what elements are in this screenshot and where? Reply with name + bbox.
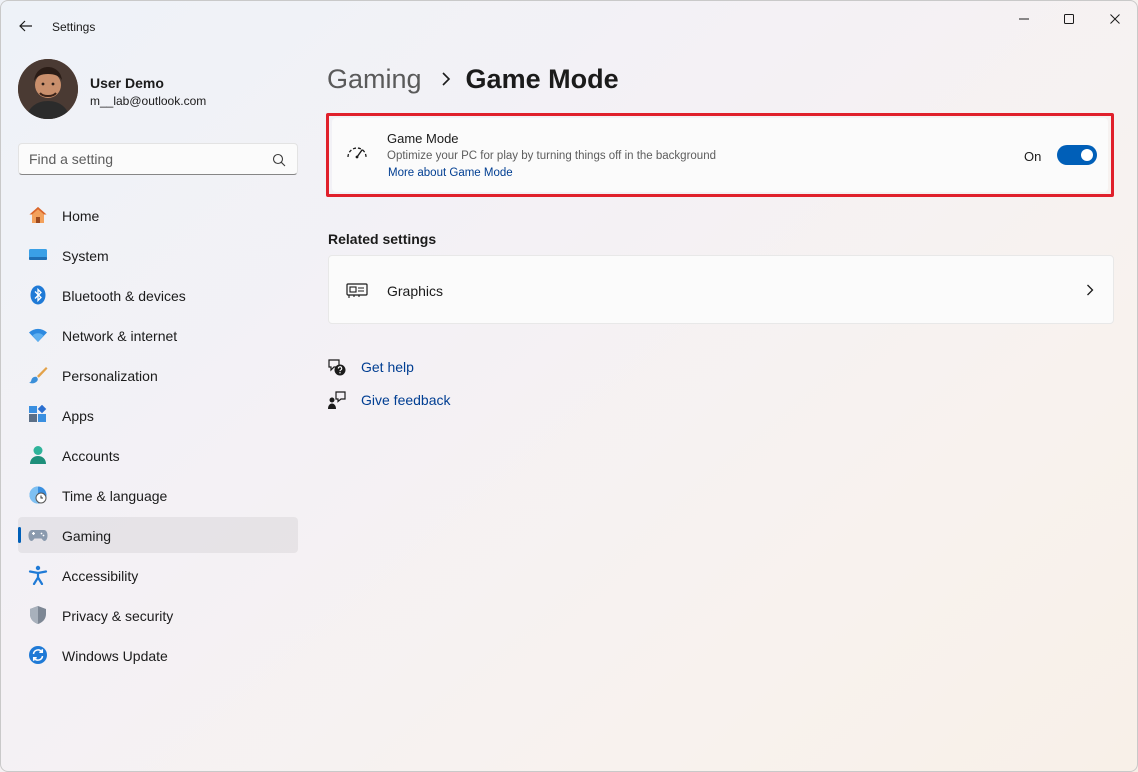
sidebar-item-time-language[interactable]: Time & language <box>18 477 298 513</box>
sidebar-item-label: Bluetooth & devices <box>62 288 186 304</box>
sidebar-item-privacy-security[interactable]: Privacy & security <box>18 597 298 633</box>
game-mode-title: Game Mode <box>387 131 459 146</box>
sidebar-item-windows-update[interactable]: Windows Update <box>18 637 298 673</box>
back-button[interactable] <box>13 13 39 39</box>
sidebar-item-label: Windows Update <box>62 648 168 664</box>
graphics-label: Graphics <box>387 283 443 299</box>
breadcrumb-parent[interactable]: Gaming <box>327 64 422 95</box>
game-mode-toggle[interactable] <box>1057 145 1097 165</box>
graphics-settings-row[interactable]: Graphics <box>328 255 1114 324</box>
sidebar-item-label: Network & internet <box>62 328 177 344</box>
sidebar-item-label: System <box>62 248 109 264</box>
sidebar-item-label: Accounts <box>62 448 120 464</box>
sidebar-item-accounts[interactable]: Accounts <box>18 437 298 473</box>
search-input[interactable] <box>19 144 297 174</box>
settings-window: Settings <box>0 0 1138 772</box>
page-title: Game Mode <box>466 64 619 95</box>
sidebar-item-label: Personalization <box>62 368 158 384</box>
accessibility-icon <box>28 565 48 585</box>
close-button[interactable] <box>1092 5 1138 33</box>
give-feedback-link[interactable]: Give feedback <box>327 389 451 411</box>
sidebar-item-label: Gaming <box>62 528 111 544</box>
accounts-icon <box>28 445 48 465</box>
sidebar-item-personalization[interactable]: Personalization <box>18 357 298 393</box>
app-title: Settings <box>52 20 95 34</box>
gamepad-icon <box>28 525 48 545</box>
get-help-label: Get help <box>361 359 414 375</box>
sidebar-item-network[interactable]: Network & internet <box>18 317 298 353</box>
time-language-icon <box>28 485 48 505</box>
avatar[interactable] <box>18 59 78 119</box>
game-mode-card: Game Mode Optimize your PC for play by t… <box>332 118 1108 192</box>
system-icon <box>28 245 48 265</box>
sidebar-item-label: Apps <box>62 408 94 424</box>
apps-icon <box>28 405 48 425</box>
toggle-knob <box>1081 149 1093 161</box>
chevron-right-icon <box>1085 283 1095 297</box>
sidebar-item-accessibility[interactable]: Accessibility <box>18 557 298 593</box>
sidebar-item-label: Accessibility <box>62 568 138 584</box>
sidebar-item-label: Privacy & security <box>62 608 173 624</box>
minimize-icon <box>1018 13 1030 25</box>
maximize-button[interactable] <box>1046 5 1092 33</box>
sidebar-item-label: Home <box>62 208 99 224</box>
network-icon <box>28 325 48 345</box>
sidebar-item-apps[interactable]: Apps <box>18 397 298 433</box>
back-arrow-icon <box>19 20 33 32</box>
sidebar-item-system[interactable]: System <box>18 237 298 273</box>
graphics-card-icon <box>346 281 368 299</box>
maximize-icon <box>1063 13 1075 25</box>
speedometer-icon <box>346 144 368 164</box>
chevron-right-icon <box>440 71 452 87</box>
help-icon <box>327 357 347 377</box>
bluetooth-icon <box>28 285 48 305</box>
sidebar-item-home[interactable]: Home <box>18 197 298 233</box>
more-about-game-mode-link[interactable]: More about Game Mode <box>388 167 513 179</box>
close-icon <box>1109 13 1121 25</box>
feedback-icon <box>327 390 347 410</box>
get-help-link[interactable]: Get help <box>327 356 414 378</box>
user-email: m__lab@outlook.com <box>90 94 206 108</box>
user-name: User Demo <box>90 75 164 91</box>
toggle-state-label: On <box>1024 149 1041 164</box>
related-settings-heading: Related settings <box>328 231 436 247</box>
brush-icon <box>28 365 48 385</box>
minimize-button[interactable] <box>1001 5 1047 33</box>
title-bar: Settings <box>1 1 1137 49</box>
avatar-image <box>18 59 78 119</box>
user-profile: User Demo m__lab@outlook.com <box>18 59 308 121</box>
sidebar-item-bluetooth[interactable]: Bluetooth & devices <box>18 277 298 313</box>
shield-icon <box>28 605 48 625</box>
breadcrumb: Gaming Game Mode <box>327 61 619 97</box>
sidebar-nav: Home System Bluetooth & devices Network … <box>18 197 298 677</box>
home-icon <box>28 205 48 225</box>
search-box <box>18 143 298 175</box>
update-icon <box>28 645 48 665</box>
game-mode-description: Optimize your PC for play by turning thi… <box>387 150 716 162</box>
give-feedback-label: Give feedback <box>361 392 451 408</box>
search-icon[interactable] <box>271 152 287 168</box>
sidebar-item-label: Time & language <box>62 488 167 504</box>
sidebar-item-gaming[interactable]: Gaming <box>18 517 298 553</box>
